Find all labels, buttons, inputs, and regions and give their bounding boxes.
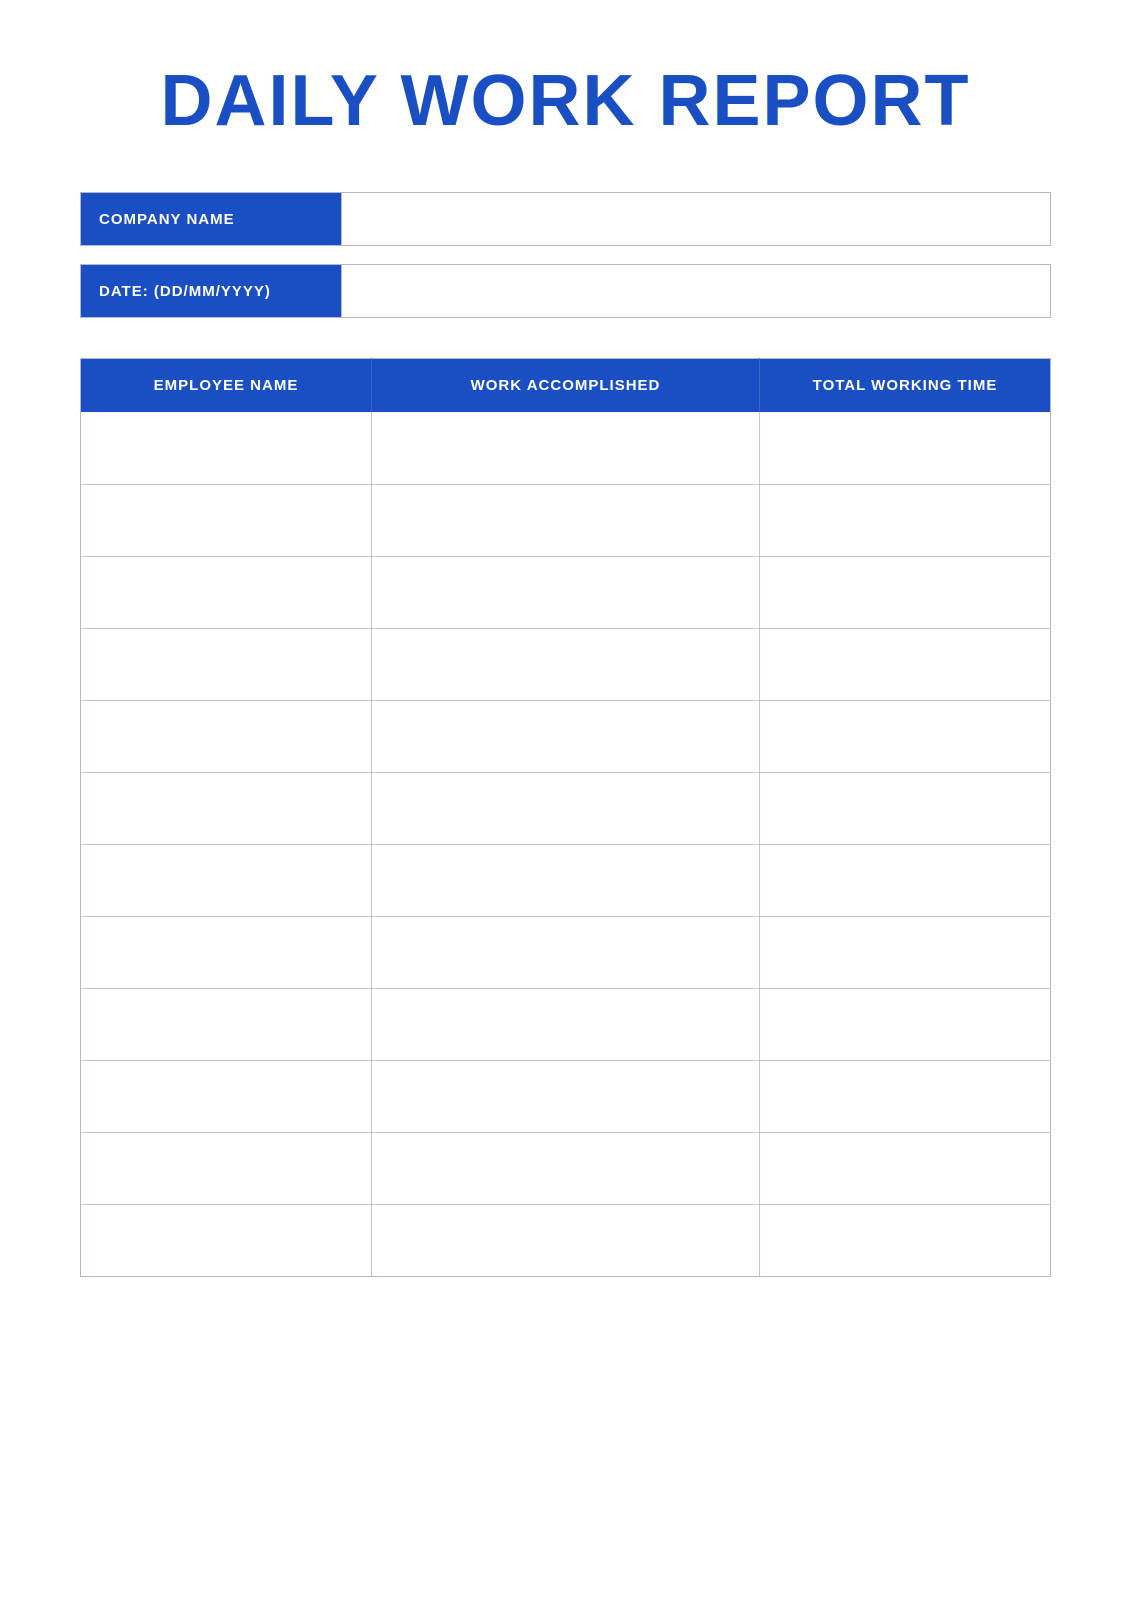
work-accomplished-cell[interactable] [372,412,760,484]
table-row [81,628,1051,700]
work-accomplished-cell[interactable] [372,1132,760,1204]
company-row: COMPANY NAME [80,192,1051,246]
employee-name-cell[interactable] [81,556,372,628]
work-table: EMPLOYEE NAME WORK ACCOMPLISHED TOTAL WO… [80,358,1051,1277]
work-accomplished-cell[interactable] [372,844,760,916]
company-value[interactable] [341,193,1050,245]
table-row [81,412,1051,484]
work-accomplished-cell[interactable] [372,628,760,700]
header-work-accomplished: WORK ACCOMPLISHED [372,359,760,413]
employee-name-cell[interactable] [81,916,372,988]
working-time-cell[interactable] [760,772,1051,844]
work-accomplished-cell[interactable] [372,916,760,988]
working-time-cell[interactable] [760,556,1051,628]
table-row [81,844,1051,916]
employee-name-cell[interactable] [81,484,372,556]
employee-name-cell[interactable] [81,1060,372,1132]
working-time-cell[interactable] [760,988,1051,1060]
table-row [81,484,1051,556]
work-accomplished-cell[interactable] [372,484,760,556]
employee-name-cell[interactable] [81,1132,372,1204]
working-time-cell[interactable] [760,628,1051,700]
table-row [81,772,1051,844]
table-row [81,556,1051,628]
work-accomplished-cell[interactable] [372,1204,760,1276]
company-label: COMPANY NAME [81,193,341,245]
table-row [81,916,1051,988]
table-row [81,1204,1051,1276]
table-row [81,988,1051,1060]
working-time-cell[interactable] [760,700,1051,772]
table-header-row: EMPLOYEE NAME WORK ACCOMPLISHED TOTAL WO… [81,359,1051,413]
employee-name-cell[interactable] [81,628,372,700]
employee-name-cell[interactable] [81,772,372,844]
table-row [81,700,1051,772]
report-title: DAILY WORK REPORT [80,60,1051,142]
table-row [81,1060,1051,1132]
working-time-cell[interactable] [760,916,1051,988]
employee-name-cell[interactable] [81,700,372,772]
date-value[interactable] [341,265,1050,317]
employee-name-cell[interactable] [81,988,372,1060]
info-section: COMPANY NAME DATE: (DD/MM/YYYY) [80,192,1051,318]
working-time-cell[interactable] [760,844,1051,916]
working-time-cell[interactable] [760,1060,1051,1132]
work-accomplished-cell[interactable] [372,700,760,772]
header-total-working-time: TOTAL WORKING TIME [760,359,1051,413]
table-row [81,1132,1051,1204]
working-time-cell[interactable] [760,1204,1051,1276]
employee-name-cell[interactable] [81,1204,372,1276]
date-row: DATE: (DD/MM/YYYY) [80,264,1051,318]
header-employee-name: EMPLOYEE NAME [81,359,372,413]
employee-name-cell[interactable] [81,412,372,484]
working-time-cell[interactable] [760,484,1051,556]
working-time-cell[interactable] [760,412,1051,484]
employee-name-cell[interactable] [81,844,372,916]
work-accomplished-cell[interactable] [372,988,760,1060]
working-time-cell[interactable] [760,1132,1051,1204]
work-accomplished-cell[interactable] [372,772,760,844]
date-label: DATE: (DD/MM/YYYY) [81,265,341,317]
work-accomplished-cell[interactable] [372,1060,760,1132]
report-page: DAILY WORK REPORT COMPANY NAME DATE: (DD… [0,0,1131,1600]
work-accomplished-cell[interactable] [372,556,760,628]
